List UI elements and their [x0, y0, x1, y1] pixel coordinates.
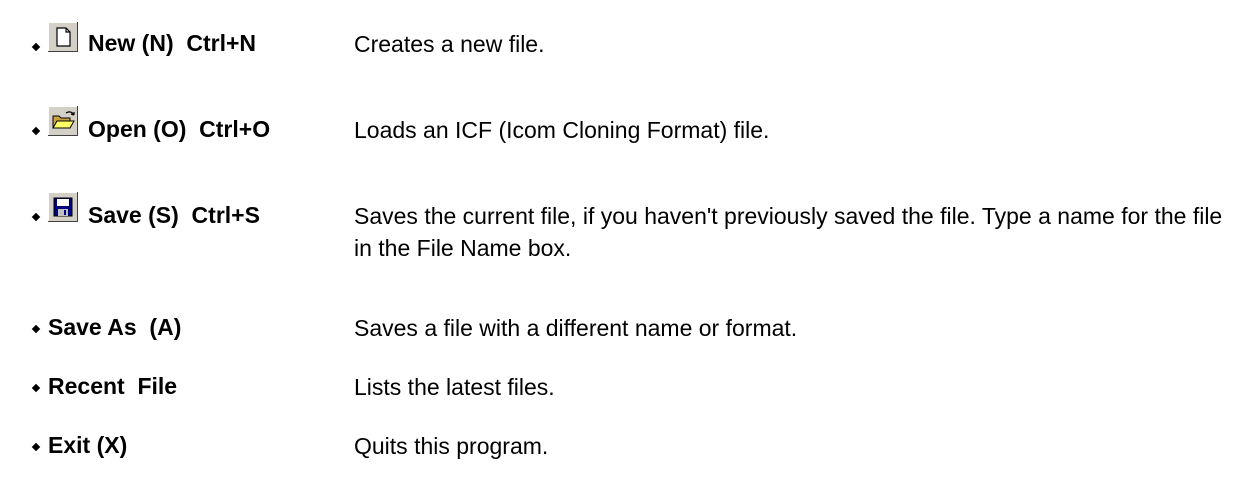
menu-item-description: Creates a new file. [354, 31, 545, 57]
menu-item-save: Save (S) Ctrl+S Saves the current file, … [0, 188, 1239, 268]
menu-item-term: Save As (A) [48, 314, 182, 340]
menu-item-description: Lists the latest files. [354, 374, 555, 400]
menu-item-new: New (N) Ctrl+N Creates a new file. [0, 18, 1239, 68]
bullet-diamond-icon [31, 324, 41, 334]
open-folder-icon [48, 106, 78, 136]
menu-item-description: Saves a file with a different name or fo… [354, 315, 798, 341]
menu-item-save-as: Save As (A) Saves a file with a differen… [0, 308, 1239, 348]
bullet-diamond-icon [31, 442, 41, 452]
menu-item-description: Loads an ICF (Icom Cloning Format) file. [354, 117, 770, 143]
menu-item-description: Saves the current file, if you haven't p… [354, 203, 1223, 261]
menu-item-term: Exit (X) [48, 432, 128, 458]
bullet-diamond-icon [31, 42, 41, 52]
menu-item-exit: Exit (X) Quits this program. [0, 426, 1239, 466]
bullet-diamond-icon [31, 126, 41, 136]
menu-item-description: Quits this program. [354, 433, 549, 459]
menu-item-term: Recent File [48, 373, 178, 399]
menu-item-recent-file: Recent File Lists the latest files. [0, 367, 1239, 407]
bullet-diamond-icon [31, 212, 41, 222]
floppy-disk-icon [48, 192, 78, 222]
menu-item-term: New (N) Ctrl+N [88, 30, 257, 56]
new-file-icon [48, 22, 78, 52]
menu-item-term: Open (O) Ctrl+O [88, 116, 271, 142]
menu-item-term: Save (S) Ctrl+S [88, 202, 260, 228]
bullet-diamond-icon [31, 383, 41, 393]
menu-item-open: Open (O) Ctrl+O Loads an ICF (Icom Cloni… [0, 104, 1239, 154]
